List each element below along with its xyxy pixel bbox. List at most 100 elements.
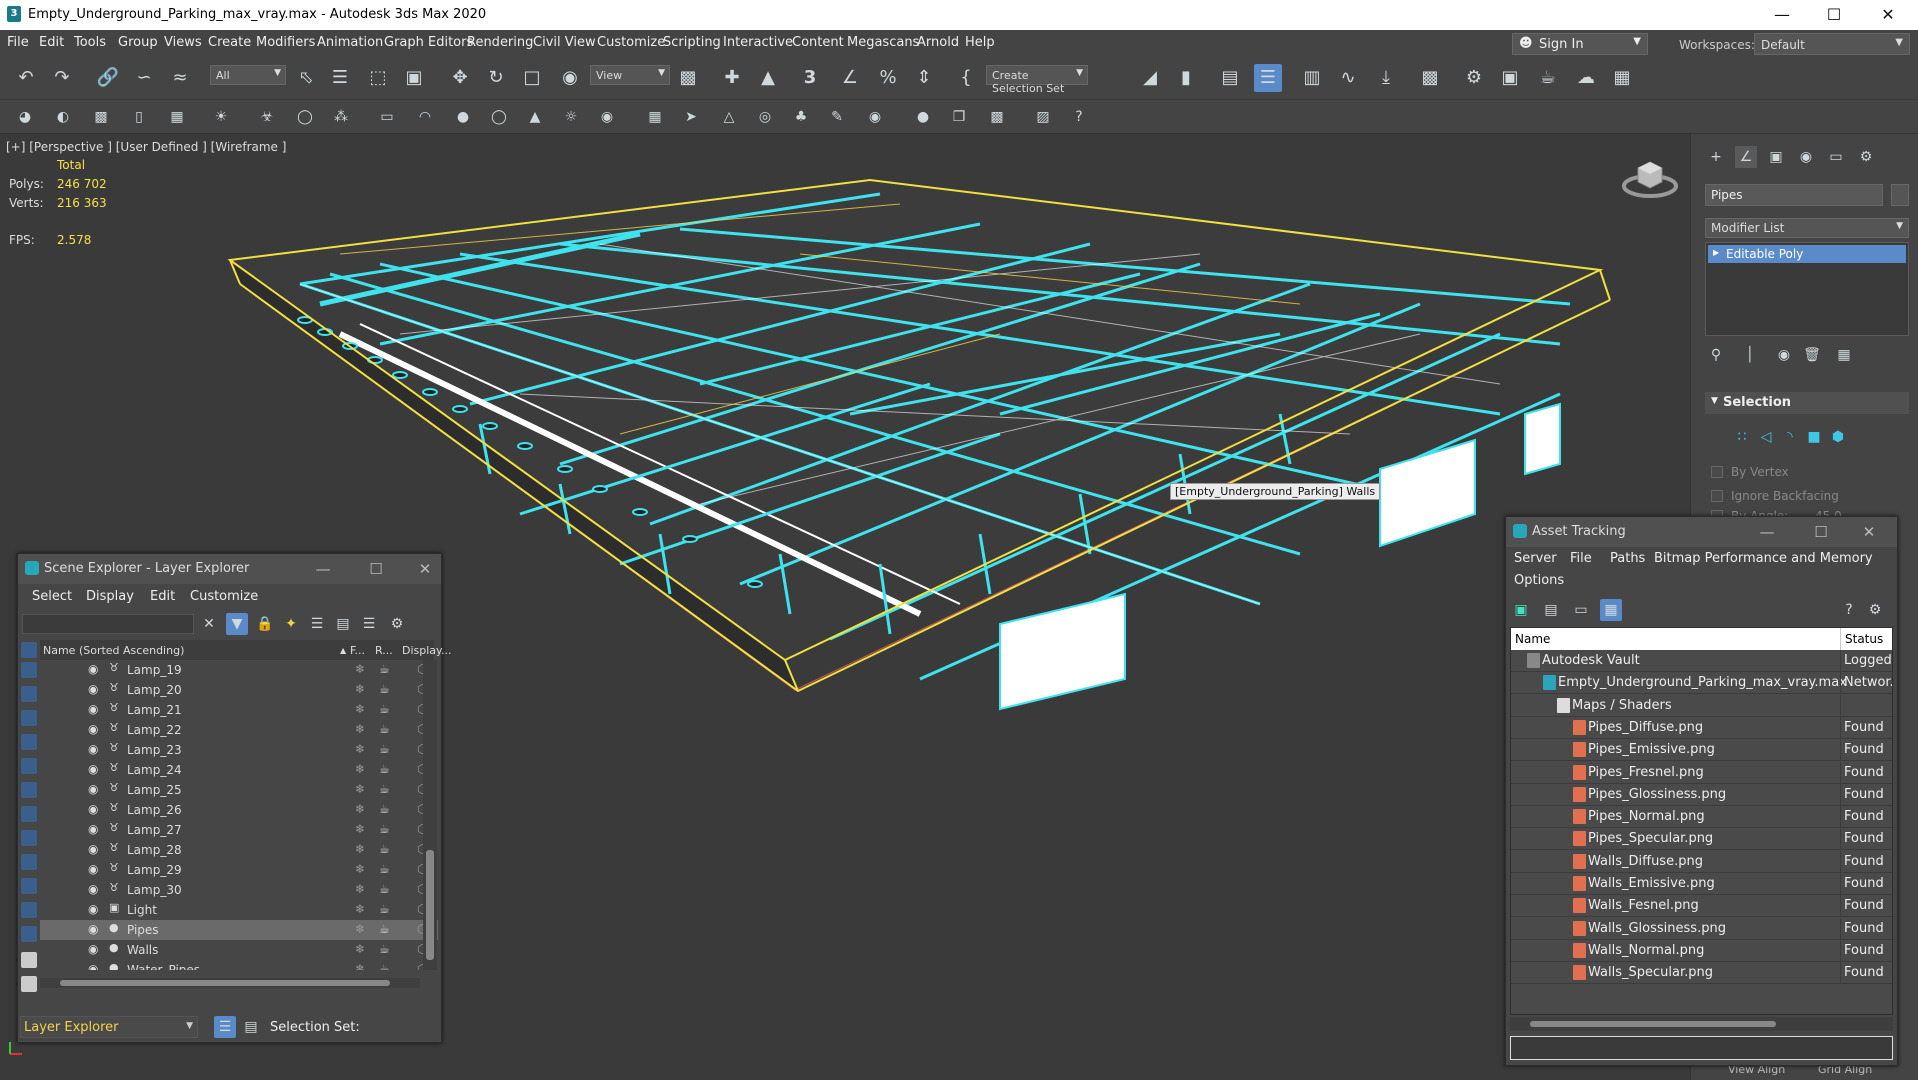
unlink-icon[interactable]: ∽ (130, 64, 158, 92)
rendered-frame-window-icon[interactable]: ▣ (1496, 64, 1524, 92)
visibility-eye-icon[interactable]: ◉ (88, 942, 98, 956)
menu-display[interactable]: Display (86, 589, 134, 604)
horizontal-scrollbar[interactable] (1510, 1017, 1893, 1031)
redo-icon[interactable]: ↷ (48, 64, 76, 92)
render-teapot-icon[interactable]: ☕ (379, 862, 390, 876)
reference-coordinate-select[interactable]: View ▼ (590, 65, 670, 85)
dome-icon[interactable]: ◠ (414, 106, 436, 128)
freeze-snowflake-icon[interactable]: ❄ (355, 802, 365, 816)
freeze-snowflake-icon[interactable]: ❄ (355, 742, 365, 756)
menu-graph-editors[interactable]: Graph Editors (384, 35, 473, 50)
render-production-icon[interactable]: ☕ (1534, 64, 1562, 92)
link-icon[interactable]: 🔗 (94, 64, 122, 92)
render-teapot-icon[interactable]: ☕ (379, 782, 390, 796)
box-icon[interactable]: ▩ (90, 106, 112, 128)
viewport-label[interactable]: [+] [Perspective ] [User Defined ] [Wire… (6, 140, 286, 154)
remove-modifier-icon[interactable]: 🗑 (1801, 344, 1823, 366)
physics-icon[interactable]: ☣ (256, 106, 278, 128)
pin-stack-icon[interactable]: ⚲ (1705, 344, 1727, 366)
copy-icon[interactable]: ❐ (948, 106, 970, 128)
display-containers-icon[interactable] (21, 878, 37, 894)
visibility-eye-icon[interactable]: ◉ (88, 782, 98, 796)
menu-paths[interactable]: Paths (1610, 551, 1645, 566)
help-icon[interactable]: ? (1838, 599, 1860, 621)
visibility-eye-icon[interactable]: ◉ (88, 822, 98, 836)
menu-options[interactable]: Options (1514, 573, 1564, 588)
asset-row[interactable]: Maps / Shaders (1511, 694, 1892, 717)
column-name[interactable]: Name (Sorted Ascending) (43, 644, 184, 657)
maximize-button[interactable]: ☐ (1806, 521, 1836, 543)
minimize-button[interactable]: — (308, 558, 338, 580)
freeze-snowflake-icon[interactable]: ❄ (355, 662, 365, 676)
pivot-center-icon[interactable]: ▩ (674, 64, 702, 92)
hierarchy-tab-icon[interactable]: ▣ (1765, 146, 1787, 168)
undo-icon[interactable]: ↶ (12, 64, 40, 92)
visibility-eye-icon[interactable]: ◉ (88, 722, 98, 736)
minimize-button[interactable]: — (1752, 521, 1782, 543)
selection-filter-select[interactable]: All ▼ (210, 65, 286, 85)
layer-row[interactable]: ◉●Water_Pipes❄☕⬡ (40, 960, 438, 970)
display-tab-icon[interactable]: ▭ (1825, 146, 1847, 168)
select-object-icon[interactable]: ⬁ (292, 64, 320, 92)
toggle-ribbon-icon[interactable]: ▥ (1298, 64, 1326, 92)
visibility-eye-icon[interactable]: ◉ (88, 922, 98, 936)
freeze-snowflake-icon[interactable]: ❄ (355, 842, 365, 856)
layer-settings-icon[interactable]: ⚙ (386, 613, 408, 635)
tree-icon[interactable]: ♣ (790, 106, 812, 128)
column-status[interactable]: Status (1845, 632, 1883, 646)
layer-row[interactable]: ◉♉Lamp_25❄☕⬡ (40, 780, 438, 800)
layer-stack-icon[interactable]: ☰ (358, 613, 380, 635)
object-color-swatch[interactable] (1891, 184, 1909, 206)
modifier-list-select[interactable]: Modifier List ▼ (1705, 218, 1909, 238)
render-teapot-icon[interactable]: ☕ (379, 962, 390, 970)
material-editor-icon[interactable]: ▩ (1416, 64, 1444, 92)
layer-row[interactable]: ◉▣Light❄☕⬡ (40, 900, 438, 920)
menu-megascans[interactable]: Megascans (847, 35, 919, 50)
menu-interactive[interactable]: Interactive (723, 35, 793, 50)
freeze-snowflake-icon[interactable]: ❄ (355, 882, 365, 896)
menu-bitmap-performance[interactable]: Bitmap Performance and Memory (1654, 551, 1873, 566)
menu-help[interactable]: Help (965, 35, 995, 50)
element-icon[interactable]: ⬢ (1827, 426, 1849, 448)
selection-rollout[interactable]: ▼ Selection (1705, 392, 1909, 414)
percent-snap-icon[interactable]: % (874, 64, 902, 92)
motion-tab-icon[interactable]: ◉ (1795, 146, 1817, 168)
render-teapot-icon[interactable]: ☕ (379, 902, 390, 916)
create-tab-icon[interactable]: + (1705, 146, 1727, 168)
layer-row[interactable]: ◉♉Lamp_27❄☕⬡ (40, 820, 438, 840)
spinner-snap-icon[interactable]: ⇕ (910, 64, 938, 92)
teapot-icon[interactable]: ◕ (14, 106, 36, 128)
display-frozen-icon[interactable] (21, 902, 37, 918)
filter-icon[interactable]: ▼ (226, 613, 248, 635)
visibility-eye-icon[interactable]: ◉ (88, 842, 98, 856)
sign-in-dropdown[interactable]: ☻ Sign In ▼ (1512, 33, 1648, 55)
light-icon[interactable]: ☀ (210, 106, 232, 128)
display-bones-icon[interactable] (21, 854, 37, 870)
make-unique-icon[interactable]: ◉ (1773, 344, 1795, 366)
table-view-icon[interactable]: ▦ (1600, 599, 1622, 621)
asset-tracking-titlebar[interactable]: Asset Tracking — ☐ ✕ (1506, 517, 1897, 547)
display-influences-icon[interactable] (21, 976, 37, 992)
scrollbar-thumb[interactable] (1530, 1021, 1776, 1027)
render-teapot-icon[interactable]: ☕ (379, 942, 390, 956)
environment-sphere-icon[interactable]: ◉ (596, 106, 618, 128)
menu-views[interactable]: Views (164, 35, 202, 50)
asset-row[interactable]: Walls_Glossiness.png Found (1511, 917, 1892, 940)
menu-group[interactable]: Group (118, 35, 158, 50)
cylinder-icon[interactable]: ▯ (128, 106, 150, 128)
export-icon[interactable]: ▨ (1032, 106, 1054, 128)
menu-customize[interactable]: Customize (190, 589, 258, 604)
utilities-tab-icon[interactable]: ⚙ (1855, 146, 1877, 168)
display-cameras-icon[interactable] (21, 734, 37, 750)
polygon-icon[interactable]: ■ (1803, 426, 1825, 448)
render-teapot-icon[interactable]: ☕ (379, 662, 390, 676)
display-shapes-icon[interactable] (21, 686, 37, 702)
clear-search-icon[interactable]: ✕ (198, 613, 220, 635)
angle-snap-icon[interactable]: ∠ (836, 64, 864, 92)
render-teapot-icon[interactable]: ☕ (379, 822, 390, 836)
menu-modifiers[interactable]: Modifiers (256, 35, 315, 50)
color-icon[interactable]: ▩ (986, 106, 1008, 128)
maximize-button[interactable]: ☐ (1814, 4, 1854, 26)
render-teapot-icon[interactable]: ☕ (379, 742, 390, 756)
named-selection-select[interactable]: Create Selection Set ▼ (986, 65, 1088, 95)
